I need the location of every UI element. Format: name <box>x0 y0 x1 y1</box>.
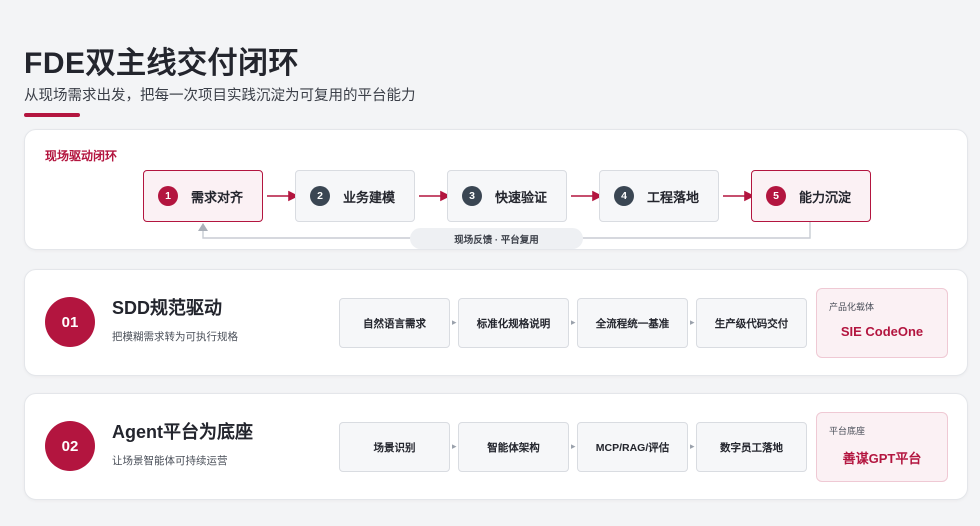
step-label: 业务建模 <box>343 189 396 205</box>
product-box: 平台底座 善谋GPT平台 <box>816 412 948 482</box>
step-4: 4 工程落地 <box>599 170 719 222</box>
step-1: 1 需求对齐 <box>143 170 263 222</box>
row-badge: 01 <box>45 297 95 347</box>
step-label: 能力沉淀 <box>799 189 852 205</box>
arrow-up-icon <box>198 223 208 231</box>
row-description: 让场景智能体可持续运营 <box>112 455 228 467</box>
step-3: 3 快速验证 <box>447 170 567 222</box>
arrow-right-icon <box>571 190 603 202</box>
flow-chip: 数字员工落地 <box>696 422 807 472</box>
step-number: 4 <box>614 186 634 206</box>
product-name: SIE CodeOne <box>840 324 924 339</box>
step-5: 5 能力沉淀 <box>751 170 871 222</box>
flow-chip: 智能体架构 <box>458 422 569 472</box>
product-label: 产品化载体 <box>829 302 875 312</box>
flow-chip: MCP/RAG/评估 <box>577 422 688 472</box>
flow-chip: 标准化规格说明 <box>458 298 569 348</box>
step-number: 2 <box>310 186 330 206</box>
row-description: 把模糊需求转为可执行规格 <box>112 331 238 343</box>
row-card-agent: 02 Agent平台为底座 让场景智能体可持续运营 场景识别 ▸ 智能体架构 ▸… <box>24 393 968 500</box>
row-title: SDD规范驱动 <box>112 298 223 318</box>
page-subtitle: 从现场需求出发，把每一次项目实践沉淀为可复用的平台能力 <box>24 88 416 104</box>
chevron-right-icon: ▸ <box>571 441 576 451</box>
row-card-sdd: 01 SDD规范驱动 把模糊需求转为可执行规格 自然语言需求 ▸ 标准化规格说明… <box>24 269 968 376</box>
step-2: 2 业务建模 <box>295 170 415 222</box>
step-number: 1 <box>158 186 178 206</box>
product-label: 平台底座 <box>829 426 866 436</box>
row-title: Agent平台为底座 <box>112 422 253 442</box>
chevron-right-icon: ▸ <box>690 441 695 451</box>
page-title: FDE双主线交付闭环 <box>24 47 299 80</box>
arrow-right-icon <box>267 190 299 202</box>
step-number: 5 <box>766 186 786 206</box>
row-badge: 02 <box>45 421 95 471</box>
title-accent-bar <box>24 113 80 117</box>
step-label: 快速验证 <box>495 189 548 205</box>
chevron-right-icon: ▸ <box>690 317 695 327</box>
chevron-right-icon: ▸ <box>452 317 457 327</box>
flow-chip: 自然语言需求 <box>339 298 450 348</box>
feedback-pill: 现场反馈 · 平台复用 <box>410 228 583 249</box>
loop-card: 现场驱动闭环 1 需求对齐 2 业务建模 3 快速验证 4 工程落地 5 能力沉… <box>24 129 968 250</box>
flow-chip: 场景识别 <box>339 422 450 472</box>
step-label: 需求对齐 <box>191 189 244 205</box>
flow-chip: 全流程统一基准 <box>577 298 688 348</box>
flow-chip: 生产级代码交付 <box>696 298 807 348</box>
arrow-right-icon <box>419 190 451 202</box>
product-box: 产品化载体 SIE CodeOne <box>816 288 948 358</box>
arrow-right-icon <box>723 190 755 202</box>
chevron-right-icon: ▸ <box>452 441 457 451</box>
product-name: 善谋GPT平台 <box>842 451 922 466</box>
chevron-right-icon: ▸ <box>571 317 576 327</box>
step-label: 工程落地 <box>647 189 700 205</box>
step-number: 3 <box>462 186 482 206</box>
